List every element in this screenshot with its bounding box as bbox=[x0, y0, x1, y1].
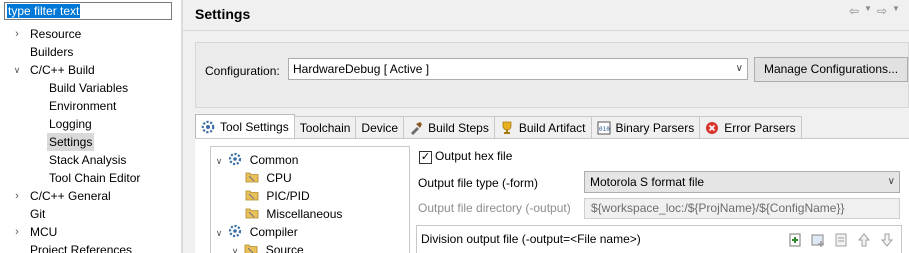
output-dir-field: ${workspace_loc:/${ProjName}/${ConfigNam… bbox=[584, 198, 900, 219]
chevron-down-icon[interactable]: ∨ bbox=[213, 152, 225, 170]
tree-item-cpu[interactable]: CPU bbox=[245, 169, 292, 187]
move-down-icon[interactable] bbox=[879, 232, 895, 248]
back-arrow-icon[interactable]: ⇦ bbox=[847, 4, 861, 18]
chevron-down-icon[interactable]: ∨ bbox=[736, 59, 743, 79]
configuration-value: HardwareDebug [ Active ] bbox=[293, 62, 430, 76]
chevron-down-icon[interactable]: ∨ bbox=[888, 172, 895, 192]
svg-text:010: 010 bbox=[599, 126, 610, 133]
output-dir-label: Output file directory (-output) bbox=[418, 201, 571, 215]
nav-item-project-references[interactable]: Project References bbox=[0, 241, 181, 253]
tab-error-parsers[interactable]: Error Parsers bbox=[699, 116, 802, 138]
tool-settings-icon bbox=[201, 120, 215, 133]
tool-options-tree: ∨ Common CPU PIC/PID Miscellaneous ∨ Com… bbox=[210, 146, 410, 253]
tab-build-artifact[interactable]: Build Artifact bbox=[493, 116, 592, 138]
nav-tree: › Resource Builders ∨ C/C++ Build Build … bbox=[0, 25, 181, 253]
nav-item-resource[interactable]: › Resource bbox=[0, 25, 181, 43]
tool-settings-panel: ∨ Common CPU PIC/PID Miscellaneous ∨ Com… bbox=[195, 138, 909, 253]
tab-build-steps[interactable]: Build Steps bbox=[403, 116, 495, 138]
page-title: Settings bbox=[195, 6, 251, 22]
output-hex-checkbox[interactable]: ✓ bbox=[419, 151, 432, 164]
configuration-group: Configuration: HardwareDebug [ Active ] … bbox=[195, 42, 909, 108]
history-nav: ⇦ ▼ ⇨ ▼ bbox=[847, 4, 901, 18]
chevron-down-icon[interactable]: ∨ bbox=[213, 224, 225, 242]
folder-icon bbox=[245, 172, 259, 183]
division-output-label: Division output file (-output=<File name… bbox=[421, 232, 641, 246]
folder-icon bbox=[245, 190, 259, 201]
tree-item-pic-pid[interactable]: PIC/PID bbox=[245, 187, 310, 205]
nav-item-environment[interactable]: Environment bbox=[0, 97, 181, 115]
nav-item-mcu[interactable]: › MCU bbox=[0, 223, 181, 241]
chevron-down-icon[interactable]: ▼ bbox=[863, 4, 873, 18]
chevron-right-icon[interactable]: › bbox=[11, 223, 23, 241]
preferences-nav-pane: type filter text › Resource Builders ∨ C… bbox=[0, 0, 181, 253]
build-artifact-icon bbox=[502, 121, 512, 134]
nav-item-stack-analysis[interactable]: Stack Analysis bbox=[0, 151, 181, 169]
settings-tabs: Tool Settings Toolchain Device Build Ste… bbox=[195, 114, 802, 138]
nav-item-logging[interactable]: Logging bbox=[0, 115, 181, 133]
settings-page: Settings ⇦ ▼ ⇨ ▼ Configuration: Hardware… bbox=[183, 0, 909, 253]
folder-icon bbox=[245, 208, 259, 219]
add-icon[interactable] bbox=[787, 232, 803, 248]
folder-icon bbox=[244, 244, 258, 253]
filter-text: type filter text bbox=[7, 4, 81, 18]
tab-toolchain[interactable]: Toolchain bbox=[293, 116, 357, 138]
nav-item-builders[interactable]: Builders bbox=[0, 43, 181, 61]
tab-binary-parsers[interactable]: 010 Binary Parsers bbox=[590, 116, 701, 138]
chevron-down-icon[interactable]: ∨ bbox=[11, 61, 23, 79]
configuration-label: Configuration: bbox=[205, 64, 280, 78]
title-divider bbox=[183, 30, 909, 31]
forward-arrow-icon[interactable]: ⇨ bbox=[875, 4, 889, 18]
division-toolbar bbox=[787, 232, 895, 248]
chevron-right-icon[interactable]: › bbox=[11, 187, 23, 205]
output-hex-label: Output hex file bbox=[435, 149, 513, 163]
tab-device[interactable]: Device bbox=[355, 116, 405, 138]
nav-item-cpp-general[interactable]: › C/C++ General bbox=[0, 187, 181, 205]
output-type-label: Output file type (-form) bbox=[418, 176, 539, 190]
tree-item-source[interactable]: ∨ Source bbox=[229, 241, 304, 253]
nav-item-cpp-build[interactable]: ∨ C/C++ Build bbox=[0, 61, 181, 79]
nav-item-settings[interactable]: Settings bbox=[0, 133, 181, 151]
filter-input[interactable]: type filter text bbox=[4, 2, 172, 20]
nav-item-build-variables[interactable]: Build Variables bbox=[0, 79, 181, 97]
tab-tool-settings[interactable]: Tool Settings bbox=[195, 114, 295, 138]
add-workspace-icon[interactable] bbox=[810, 232, 826, 248]
move-up-icon[interactable] bbox=[856, 232, 872, 248]
binary-parsers-icon: 010 bbox=[597, 121, 611, 134]
nav-item-git[interactable]: Git bbox=[0, 205, 181, 223]
division-output-list: Division output file (-output=<File name… bbox=[416, 225, 902, 253]
configuration-select[interactable]: HardwareDebug [ Active ] ∨ bbox=[288, 58, 748, 80]
nav-item-tool-chain-editor[interactable]: Tool Chain Editor bbox=[0, 169, 181, 187]
edit-icon[interactable] bbox=[833, 232, 849, 248]
gear-icon bbox=[229, 152, 242, 166]
output-type-select[interactable]: Motorola S format file ∨ bbox=[584, 171, 900, 193]
build-steps-icon bbox=[411, 121, 423, 135]
chevron-right-icon[interactable]: › bbox=[11, 25, 23, 43]
chevron-down-icon[interactable]: ▼ bbox=[891, 4, 901, 18]
tree-item-common[interactable]: ∨ Common bbox=[213, 151, 298, 169]
error-parsers-icon bbox=[706, 121, 719, 134]
manage-configurations-button[interactable]: Manage Configurations... bbox=[754, 57, 908, 82]
tree-item-miscellaneous[interactable]: Miscellaneous bbox=[245, 205, 342, 223]
chevron-down-icon[interactable]: ∨ bbox=[229, 242, 241, 253]
output-type-value: Motorola S format file bbox=[590, 175, 705, 189]
gear-icon bbox=[229, 224, 242, 238]
tree-item-compiler[interactable]: ∨ Compiler bbox=[213, 223, 298, 241]
